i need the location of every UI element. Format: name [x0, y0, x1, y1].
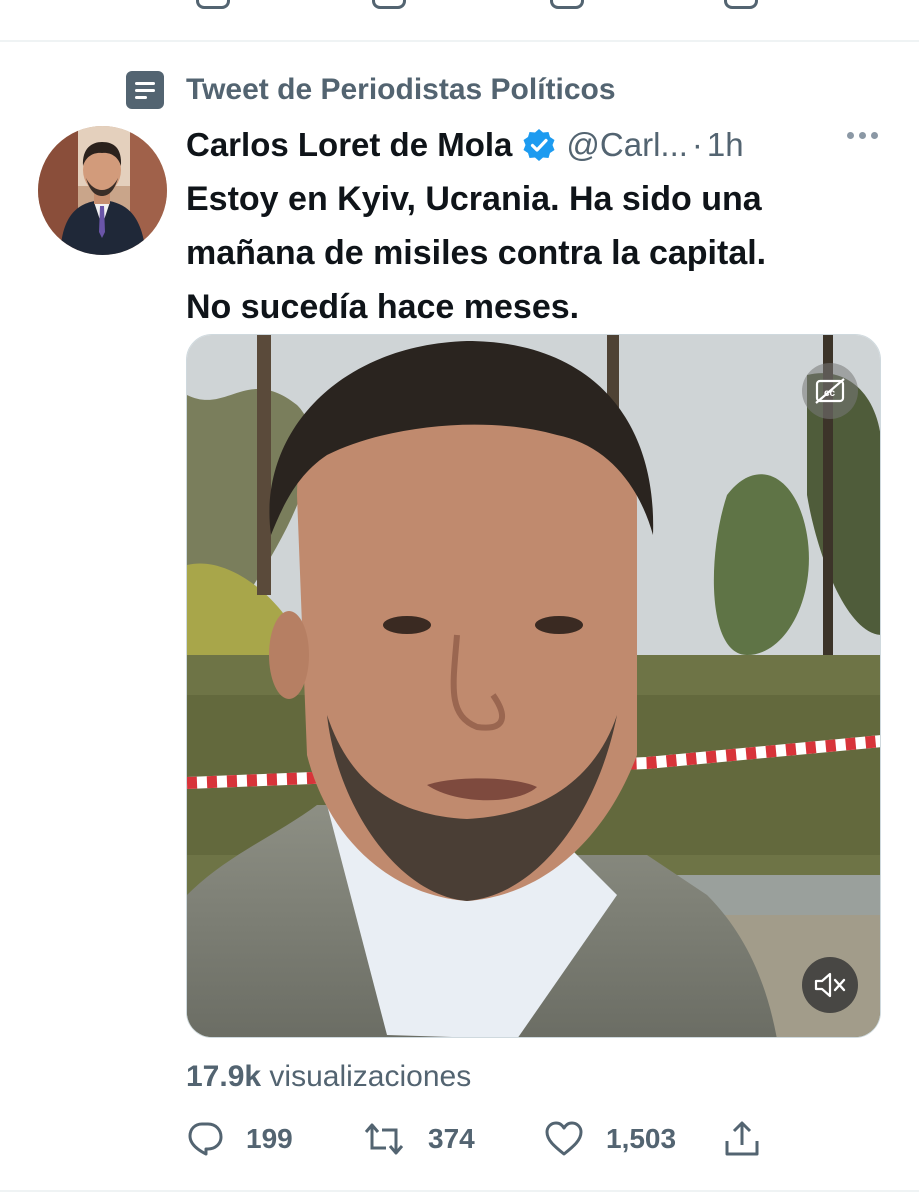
- share-icon[interactable]: [724, 0, 758, 9]
- like-icon[interactable]: [550, 0, 584, 9]
- reply-icon[interactable]: [196, 0, 230, 9]
- video-frame: [187, 335, 880, 1037]
- reply-icon: [188, 1122, 223, 1156]
- view-count: 17.9k visualizaciones: [186, 1060, 471, 1094]
- tweet-text-line: No sucedía hace meses.: [186, 288, 580, 326]
- divider: [0, 1190, 919, 1192]
- retweet-icon: [364, 1123, 404, 1155]
- reply-count: 199: [246, 1123, 293, 1154]
- tweet-text-line: Estoy en Kyiv, Ucrania. Ha sido una: [186, 180, 762, 218]
- tweet-text: Estoy en Kyiv, Ucrania. Ha sido una maña…: [186, 172, 886, 334]
- video-player[interactable]: cc: [186, 334, 881, 1038]
- reply-button[interactable]: 199: [186, 1116, 293, 1162]
- view-count-label: visualizaciones: [269, 1060, 472, 1093]
- like-button[interactable]: 1,503: [544, 1116, 676, 1162]
- previous-tweet-actions: [0, 0, 919, 40]
- muted-speaker-icon[interactable]: [802, 957, 858, 1013]
- like-count: 1,503: [606, 1123, 677, 1154]
- retweet-button[interactable]: 374: [362, 1116, 475, 1162]
- share-icon: [725, 1121, 759, 1156]
- author-handle[interactable]: @Carl...: [566, 126, 688, 164]
- author-display-name[interactable]: Carlos Loret de Mola: [186, 126, 512, 164]
- verified-badge-icon: [523, 129, 555, 161]
- captions-off-icon[interactable]: cc: [802, 363, 858, 419]
- tweet-text-line: mañana de misiles contra la capital.: [186, 234, 767, 272]
- list-icon: [126, 71, 164, 109]
- view-count-number: 17.9k: [186, 1060, 262, 1093]
- share-button[interactable]: [722, 1116, 762, 1162]
- social-context[interactable]: Tweet de Periodistas Políticos: [126, 70, 616, 110]
- tweet-action-bar: 199 374 1,503: [186, 1116, 786, 1162]
- divider: [0, 40, 919, 42]
- timestamp[interactable]: 1h: [707, 126, 744, 164]
- avatar[interactable]: [38, 126, 167, 255]
- retweet-count: 374: [428, 1123, 475, 1154]
- social-context-label: Tweet de Periodistas Políticos: [186, 73, 616, 106]
- heart-icon: [545, 1121, 583, 1156]
- more-options-icon[interactable]: [847, 132, 878, 139]
- separator-dot: ·: [691, 126, 703, 163]
- retweet-icon[interactable]: [372, 0, 406, 9]
- tweet-header: Carlos Loret de Mola @Carl... · 1h: [186, 122, 886, 168]
